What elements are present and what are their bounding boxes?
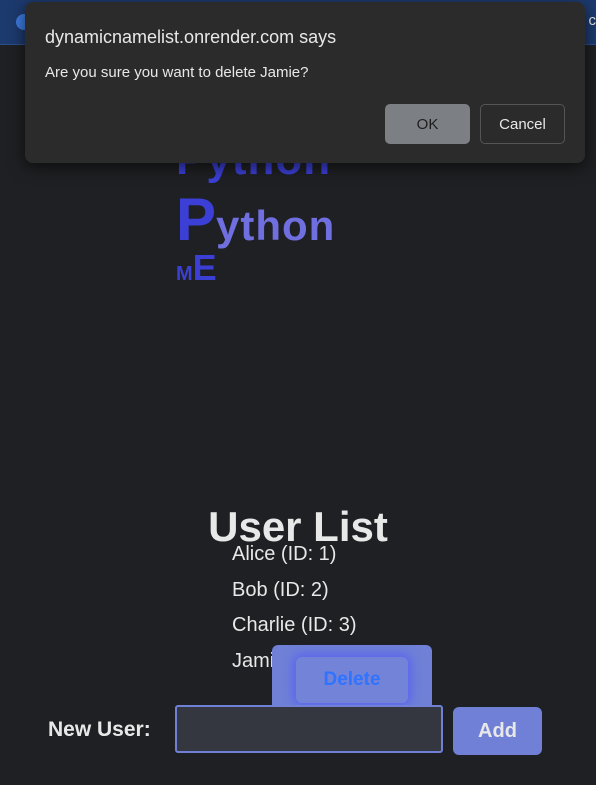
logo-main-rest: ython <box>216 202 336 249</box>
new-user-label: New User: <box>48 718 151 741</box>
dialog-title: dynamicnamelist.onrender.com says <box>45 27 337 47</box>
logo-me: ME <box>176 250 217 286</box>
logo-me-e: E <box>192 247 217 288</box>
user-list-item: Bob (ID: 2) <box>232 578 329 601</box>
logo-main-initial: P <box>176 186 217 253</box>
user-list-item: Alice (ID: 1) <box>232 543 337 565</box>
new-user-input[interactable] <box>175 705 443 753</box>
confirm-dialog: dynamicnamelist.onrender.com says Are yo… <box>25 2 585 163</box>
ok-button[interactable]: OK <box>385 104 470 144</box>
user-list-item: Charlie (ID: 3) <box>232 614 357 636</box>
dialog-message: Are you sure you want to delete Jamie? <box>45 64 309 81</box>
add-button[interactable]: Add <box>453 707 542 755</box>
cancel-button[interactable]: Cancel <box>480 104 565 144</box>
logo-me-m: M <box>176 263 193 285</box>
delete-button[interactable]: Delete <box>296 657 408 703</box>
logo-main-word: Python <box>176 190 335 250</box>
